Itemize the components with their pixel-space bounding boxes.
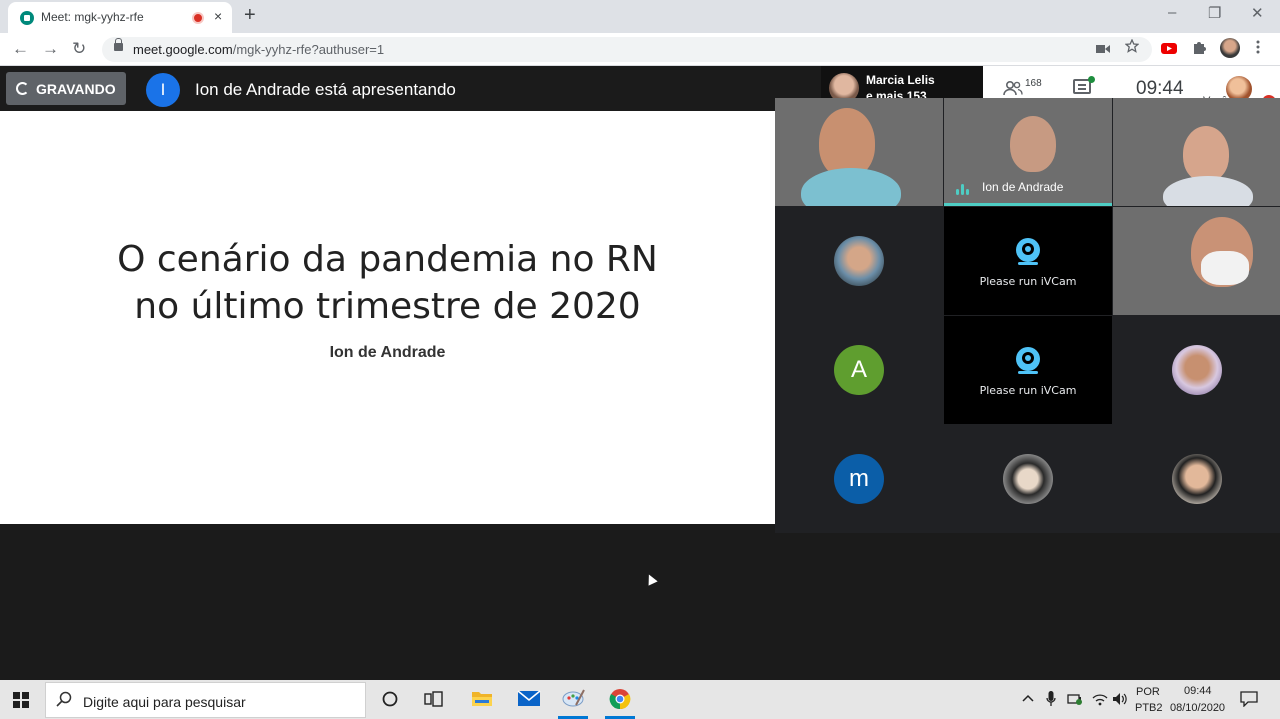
presentation-slide: O cenário da pandemia no RN no último tr… bbox=[0, 111, 775, 524]
window-maximize-button[interactable]: ❐ bbox=[1208, 4, 1221, 22]
microphone-icon[interactable] bbox=[1046, 691, 1056, 710]
volume-icon[interactable] bbox=[1112, 692, 1128, 709]
tab-title: Meet: mgk-yyhz-rfe bbox=[41, 10, 144, 24]
ivcam-message: Please run iVCam bbox=[979, 275, 1077, 288]
ivcam-stand bbox=[1018, 371, 1038, 374]
participant-shirt bbox=[801, 168, 901, 206]
taskbar-date[interactable]: 08/10/2020 bbox=[1170, 702, 1225, 714]
action-center-icon[interactable] bbox=[1240, 691, 1258, 710]
participant-tile-photo-3[interactable] bbox=[944, 425, 1112, 533]
browser-toolbar: ← → ↻ meet.google.com/mgk-yyhz-rfe?authu… bbox=[0, 33, 1280, 66]
participant-tile-photo-1[interactable] bbox=[775, 207, 943, 315]
participant-tile-ivcam-2[interactable]: Please run iVCam bbox=[944, 316, 1112, 424]
ivcam-webcam-icon bbox=[1016, 238, 1040, 262]
ivcam-webcam-icon bbox=[1016, 347, 1040, 371]
chat-unread-dot bbox=[1088, 76, 1095, 83]
meet-favicon-icon bbox=[20, 11, 34, 25]
url-domain: meet.google.com bbox=[133, 42, 233, 57]
recording-indicator-icon bbox=[192, 12, 204, 24]
extensions-puzzle-icon[interactable] bbox=[1192, 40, 1206, 57]
participant-tile-initial-m[interactable]: m bbox=[775, 425, 943, 533]
wifi-icon[interactable] bbox=[1092, 692, 1108, 709]
address-url: meet.google.com/mgk-yyhz-rfe?authuser=1 bbox=[133, 42, 384, 57]
search-icon bbox=[56, 691, 72, 712]
chat-button[interactable] bbox=[1073, 76, 1095, 96]
new-tab-button[interactable]: + bbox=[244, 4, 256, 27]
search-placeholder: Digite aqui para pesquisar bbox=[83, 694, 246, 710]
recording-label: GRAVANDO bbox=[36, 81, 116, 97]
address-bar[interactable]: meet.google.com/mgk-yyhz-rfe?authuser=1 bbox=[102, 37, 1152, 62]
taskbar-time[interactable]: 09:44 bbox=[1184, 685, 1212, 697]
browser-tabstrip: Meet: mgk-yyhz-rfe × + – ❐ ✕ bbox=[0, 0, 1280, 33]
reload-button[interactable]: ↻ bbox=[72, 39, 86, 59]
slide-title-line1: O cenário da pandemia no RN bbox=[117, 239, 658, 280]
participant-tile-ivcam-1[interactable]: Please run iVCam bbox=[944, 207, 1112, 315]
camera-permission-icon[interactable] bbox=[1096, 41, 1110, 57]
participant-figure bbox=[1183, 126, 1229, 182]
slide-title-line2: no último trimestre de 2020 bbox=[134, 286, 641, 327]
active-speaker-border bbox=[944, 203, 1112, 206]
paint-icon[interactable] bbox=[562, 688, 585, 710]
participant-photo-avatar bbox=[834, 236, 884, 286]
participant-tile-photo-4[interactable] bbox=[1113, 425, 1280, 533]
participant-initial-avatar: m bbox=[834, 454, 884, 504]
ivcam-stand bbox=[1018, 262, 1038, 265]
participant-photo-avatar bbox=[1172, 454, 1222, 504]
participants-count: 168 bbox=[1025, 78, 1042, 89]
browser-menu-icon[interactable] bbox=[1256, 40, 1260, 57]
tray-expand-icon[interactable] bbox=[1022, 692, 1034, 706]
participant-photo-avatar bbox=[1172, 345, 1222, 395]
speaking-indicator-icon bbox=[956, 183, 972, 195]
face-mask bbox=[1201, 251, 1249, 285]
participant-tile-video-1[interactable] bbox=[775, 98, 943, 206]
presenter-avatar: I bbox=[146, 73, 180, 107]
browser-tab-meet[interactable]: Meet: mgk-yyhz-rfe × bbox=[8, 2, 232, 33]
back-button[interactable]: ← bbox=[12, 39, 29, 59]
mail-icon[interactable] bbox=[517, 688, 541, 710]
recording-badge: GRAVANDO bbox=[6, 72, 126, 105]
participant-tile-initial-a[interactable]: A bbox=[775, 316, 943, 424]
windows-taskbar: Digite aqui para pesquisar POR PTB2 09:4… bbox=[0, 680, 1280, 719]
active-speaker-name: Ion de Andrade bbox=[982, 180, 1064, 194]
slide-author: Ion de Andrade bbox=[329, 344, 446, 361]
meeting-clock: 09:44 bbox=[1136, 78, 1184, 99]
window-close-button[interactable]: ✕ bbox=[1251, 4, 1264, 22]
window-minimize-button[interactable]: – bbox=[1168, 4, 1176, 21]
input-language-bottom[interactable]: PTB2 bbox=[1135, 702, 1163, 714]
participant-shirt bbox=[1163, 176, 1253, 206]
input-language-top[interactable]: POR bbox=[1136, 686, 1160, 698]
tab-close-button[interactable]: × bbox=[214, 8, 222, 24]
forward-button[interactable]: → bbox=[42, 39, 59, 59]
participant-tile-video-4[interactable] bbox=[1113, 207, 1280, 315]
chrome-icon[interactable] bbox=[609, 688, 631, 710]
task-view-icon[interactable] bbox=[424, 690, 446, 712]
participant-tile-active-speaker[interactable]: Ion de Andrade bbox=[944, 98, 1112, 206]
file-explorer-icon[interactable] bbox=[471, 688, 493, 710]
battery-icon[interactable] bbox=[1067, 692, 1083, 709]
participant-photo-avatar bbox=[1003, 454, 1053, 504]
speaker-name: Marcia Lelis bbox=[866, 73, 935, 87]
windows-start-button[interactable] bbox=[13, 692, 29, 708]
lock-icon bbox=[114, 38, 123, 51]
url-path: /mgk-yyhz-rfe?authuser=1 bbox=[232, 42, 385, 57]
bookmark-star-icon[interactable] bbox=[1124, 38, 1140, 56]
recording-spinner-icon bbox=[16, 82, 29, 95]
participant-figure bbox=[1010, 116, 1056, 172]
youtube-extension-icon[interactable] bbox=[1161, 41, 1177, 57]
participants-grid: Ion de Andrade Please run iVCam A Please… bbox=[775, 98, 1280, 533]
ivcam-message: Please run iVCam bbox=[979, 384, 1077, 397]
participant-tile-photo-2[interactable] bbox=[1113, 316, 1280, 424]
profile-avatar[interactable] bbox=[1220, 38, 1240, 58]
participant-initial-avatar: A bbox=[834, 345, 884, 395]
participant-tile-video-3[interactable] bbox=[1113, 98, 1280, 206]
presenting-status: Ion de Andrade está apresentando bbox=[195, 80, 456, 99]
cortana-icon[interactable] bbox=[381, 690, 403, 712]
taskbar-search-box[interactable]: Digite aqui para pesquisar bbox=[45, 682, 366, 718]
